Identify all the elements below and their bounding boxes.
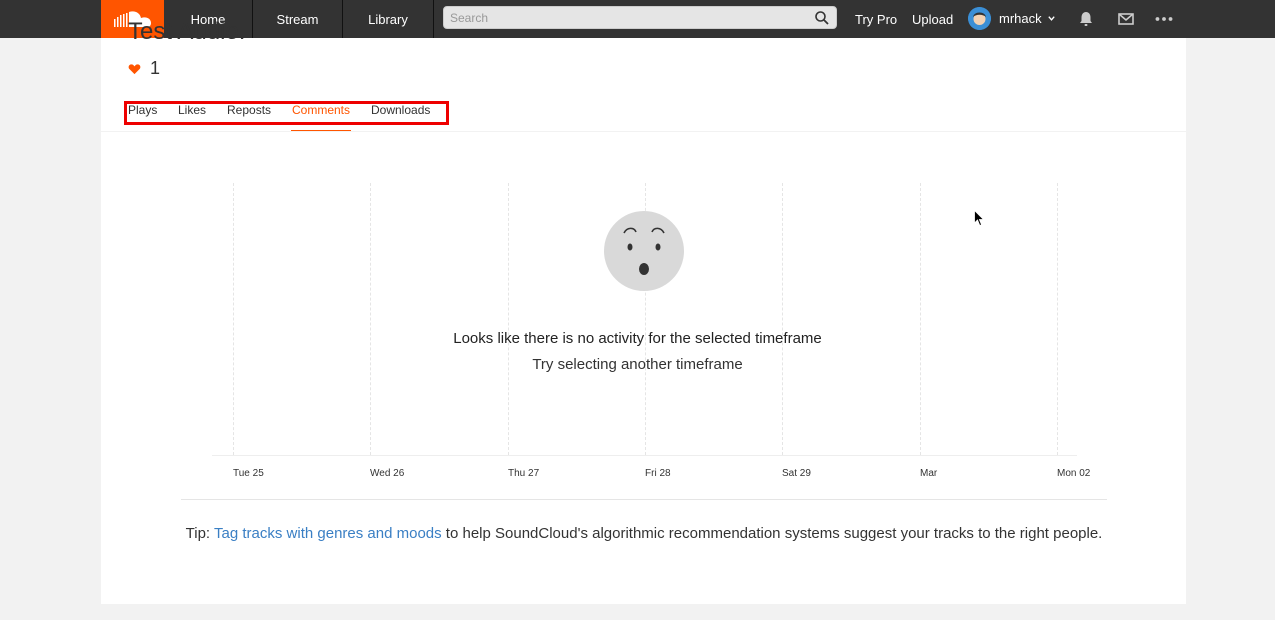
chart-gridline <box>508 183 509 455</box>
likes-value: 1 <box>150 58 160 79</box>
track-title: Test Audio. <box>128 18 245 46</box>
chart-gridline <box>233 183 234 455</box>
user-menu[interactable]: mrhack <box>968 6 1056 30</box>
chart-gridline <box>920 183 921 455</box>
chart-gridline <box>782 183 783 455</box>
tab-likes[interactable]: Likes <box>178 103 206 117</box>
tab-divider <box>101 131 1186 132</box>
tab-reposts[interactable]: Reposts <box>227 103 271 117</box>
chart-x-tick-label: Tue 25 <box>233 468 264 479</box>
chart-x-tick-label: Fri 28 <box>645 468 671 479</box>
mail-icon[interactable] <box>1117 10 1135 28</box>
search-box <box>443 6 837 29</box>
chevron-down-icon <box>1047 14 1056 23</box>
chart-x-tick-label: Mon 02 <box>1057 468 1090 479</box>
upload-link[interactable]: Upload <box>912 0 953 38</box>
tag-tracks-link[interactable]: Tag tracks with genres and moods <box>214 525 442 542</box>
chart-baseline <box>212 455 1077 456</box>
tab-comments[interactable]: Comments <box>292 103 350 117</box>
tab-plays[interactable]: Plays <box>128 103 157 117</box>
chart-gridline <box>370 183 371 455</box>
avatar <box>968 7 991 30</box>
mouse-cursor-icon <box>974 210 985 227</box>
surprised-face-icon <box>604 211 684 291</box>
nav-library[interactable]: Library <box>343 0 434 38</box>
more-icon[interactable] <box>1155 10 1173 28</box>
tip-suffix: to help SoundCloud's algorithmic recomme… <box>442 525 1103 542</box>
chart-x-tick-label: Sat 29 <box>782 468 811 479</box>
chart-x-tick-label: Thu 27 <box>508 468 539 479</box>
tab-downloads[interactable]: Downloads <box>371 103 430 117</box>
try-pro-link[interactable]: Try Pro <box>855 0 897 38</box>
bell-icon[interactable] <box>1077 10 1095 28</box>
empty-state-subtitle: Try selecting another timeframe <box>0 356 1275 373</box>
empty-state-title: Looks like there is no activity for the … <box>0 330 1275 347</box>
username: mrhack <box>999 11 1042 26</box>
nav-stream[interactable]: Stream <box>253 0 343 38</box>
likes-count: 1 <box>128 58 160 79</box>
chart-x-tick-label: Wed 26 <box>370 468 404 479</box>
tip-prefix: Tip: <box>186 525 214 542</box>
chart-gridline <box>1057 183 1058 455</box>
chart-x-tick-label: Mar <box>920 468 937 479</box>
heart-icon <box>128 63 141 75</box>
separator <box>181 499 1107 500</box>
search-input[interactable] <box>444 7 836 28</box>
search-icon[interactable] <box>814 10 830 26</box>
tip-text: Tip: Tag tracks with genres and moods to… <box>180 523 1108 545</box>
